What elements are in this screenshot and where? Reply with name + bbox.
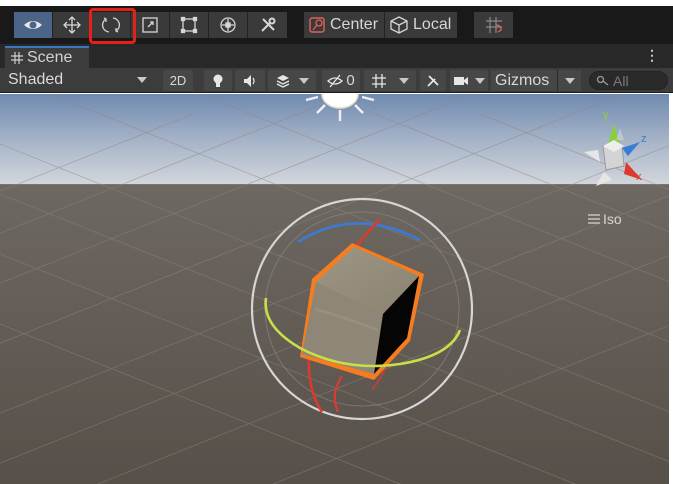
grid-hash-icon — [11, 52, 23, 64]
hidden-objects-button[interactable]: 0 — [322, 70, 360, 91]
toggle-2d-label: 2D — [169, 73, 187, 88]
wrench-tools-icon — [260, 17, 275, 32]
camera-icon — [454, 76, 468, 85]
tab-scene[interactable]: Scene — [5, 46, 89, 68]
chevron-down-icon — [399, 77, 409, 84]
scene-canvas: y z x — [0, 94, 673, 484]
pivot-mode-label: Center — [330, 16, 379, 33]
rotate-tool-highlight — [89, 8, 136, 44]
window-edge — [669, 94, 673, 484]
transform-tool-button[interactable] — [209, 12, 248, 38]
scale-icon — [142, 17, 158, 33]
x-axis-label: x — [636, 171, 642, 183]
search-icon — [596, 75, 609, 86]
gizmos-label: Gizmos — [495, 71, 550, 89]
effects-dropdown[interactable] — [268, 70, 316, 91]
light-bulb-icon — [213, 74, 223, 87]
wrench-tools-icon — [427, 74, 439, 87]
gizmos-dropdown[interactable]: Gizmos — [491, 70, 581, 91]
scale-tool-button[interactable] — [131, 12, 170, 38]
tab-menu-icon[interactable]: ⋮ — [645, 47, 659, 64]
audio-toggle-button[interactable] — [235, 70, 265, 91]
move-tool-button[interactable] — [53, 12, 92, 38]
chevron-down-icon — [299, 77, 309, 84]
chevron-down-icon — [137, 77, 147, 83]
view-tool-button[interactable] — [14, 12, 53, 38]
pivot-group: Center Local — [304, 12, 458, 38]
pivot-rotation-label: Local — [413, 16, 452, 33]
chevron-down-icon — [475, 77, 485, 84]
tools-overlay-button[interactable] — [420, 70, 446, 91]
main-toolbar: Center Local — [0, 6, 673, 44]
scene-viewport[interactable]: y z x Iso — [0, 94, 673, 484]
grid-snap-icon — [485, 17, 502, 33]
custom-tool-button[interactable] — [248, 12, 287, 38]
transform-icon — [220, 17, 236, 33]
local-cube-icon — [390, 16, 408, 34]
search-input[interactable]: All — [589, 71, 668, 90]
eye-slash-icon — [327, 74, 344, 87]
draw-mode-dropdown[interactable]: Shaded — [0, 68, 155, 92]
pivot-rotation-button[interactable]: Local — [385, 12, 458, 38]
pivot-center-icon — [309, 17, 325, 33]
camera-dropdown[interactable] — [450, 70, 488, 91]
lighting-toggle-button[interactable] — [204, 70, 232, 91]
rect-transform-icon — [180, 16, 198, 34]
projection-toggle[interactable]: Iso — [588, 211, 622, 227]
grid-dropdown[interactable] — [364, 70, 416, 91]
chevron-down-icon — [565, 78, 575, 84]
pivot-mode-button[interactable]: Center — [304, 12, 386, 38]
toggle-2d-button[interactable]: 2D — [163, 70, 193, 91]
menu-lines-icon — [588, 214, 600, 224]
z-axis-label: z — [641, 133, 647, 145]
tab-scene-label: Scene — [27, 49, 73, 66]
effects-stack-icon — [276, 74, 290, 88]
search-placeholder: All — [613, 72, 629, 89]
divider — [557, 70, 558, 91]
tool-group — [14, 12, 287, 38]
eye-icon — [24, 21, 42, 29]
draw-mode-label: Shaded — [8, 71, 64, 88]
hidden-count: 0 — [346, 72, 355, 89]
grid-snap-button[interactable] — [474, 12, 513, 38]
move-arrows-icon — [63, 16, 81, 34]
tab-bar: Scene ⋮ — [0, 44, 673, 68]
speaker-icon — [244, 74, 255, 87]
projection-label: Iso — [603, 211, 622, 227]
rect-tool-button[interactable] — [170, 12, 209, 38]
scene-toolbar: Shaded 2D 0 Gizmos All — [0, 68, 673, 93]
grid-icon — [372, 73, 386, 88]
y-axis-label: y — [603, 109, 609, 121]
